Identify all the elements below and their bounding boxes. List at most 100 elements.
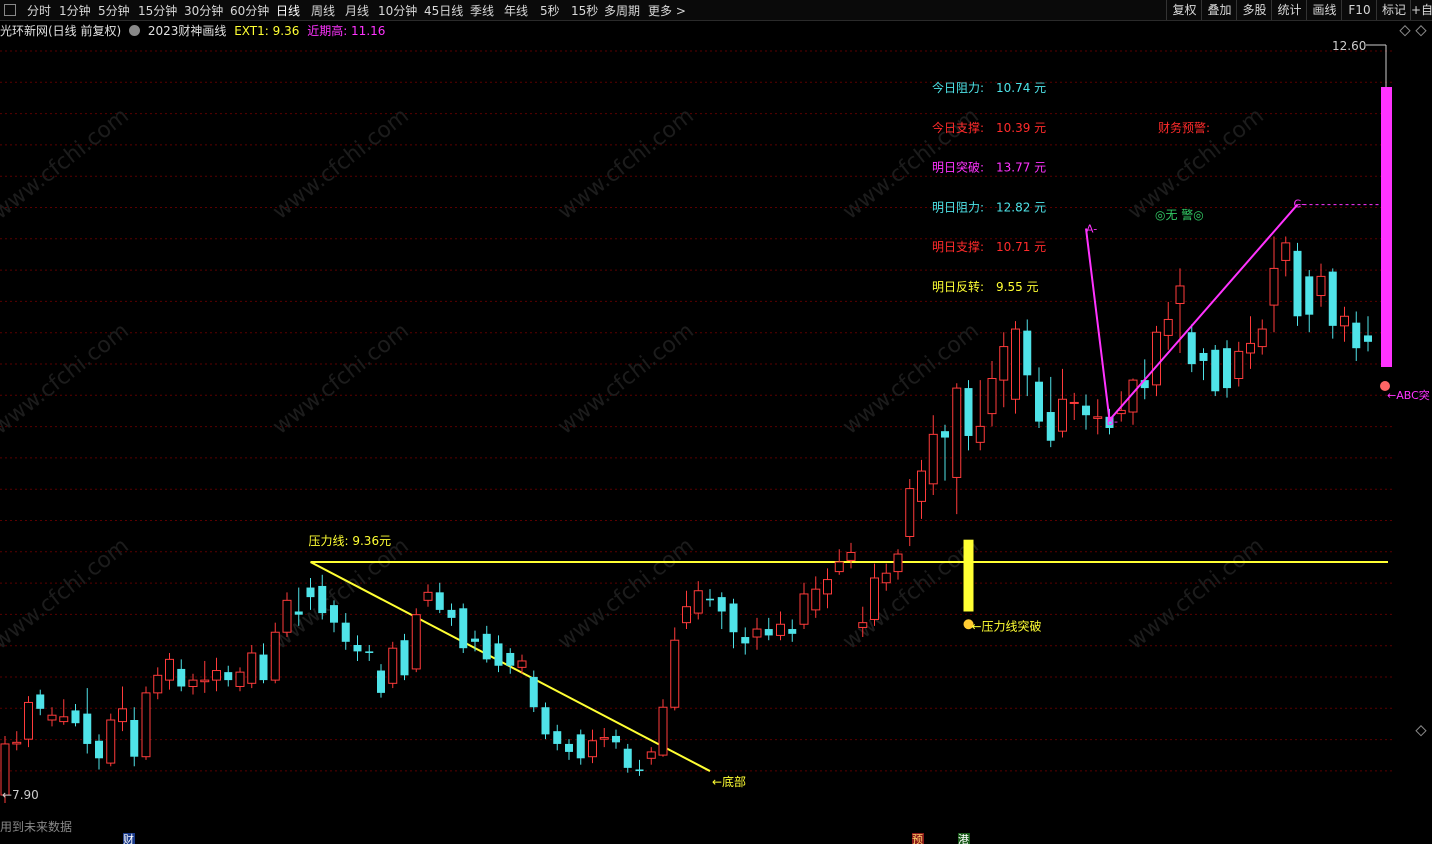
candle-body [494, 643, 503, 666]
candle-body [987, 378, 997, 415]
info-value-4: 10.71 元 [996, 240, 1046, 254]
candle-body [1352, 322, 1361, 349]
candle-body [459, 608, 468, 649]
candle-body [1011, 328, 1020, 400]
point-c-label: C- [1294, 198, 1306, 211]
candle-body [858, 622, 868, 628]
candle-body [1328, 271, 1337, 326]
watermark: www.cfchi.com [553, 318, 698, 439]
candle-body [999, 346, 1009, 381]
candle-body [905, 488, 915, 537]
candle-body [506, 652, 515, 666]
candle-body [1046, 412, 1055, 441]
candle-body [975, 425, 985, 443]
candle-body [553, 731, 562, 744]
candle-body [612, 735, 620, 743]
diamond-icon[interactable] [1415, 725, 1427, 737]
candle-body [1023, 330, 1032, 376]
candle-body [964, 388, 973, 436]
candle-body [517, 660, 527, 668]
candle-body [1199, 352, 1208, 361]
candle-body [682, 606, 691, 624]
candle-body [1269, 267, 1279, 306]
candle-body [729, 603, 738, 633]
mark-cai: 财 [123, 832, 134, 844]
candle-body [282, 599, 292, 633]
candle-body [471, 638, 479, 642]
price-chart[interactable]: www.cfchi.com www.cfchi.com www.cfchi.com w… [0, 0, 1432, 844]
candle-body [764, 629, 773, 636]
candle-body [423, 591, 433, 601]
candle-body [36, 694, 45, 709]
candle-body [71, 710, 80, 724]
candle-body [247, 652, 257, 684]
candle-body [188, 679, 198, 687]
candle-body [893, 553, 903, 573]
candle-body [177, 668, 186, 687]
candle-body [318, 585, 327, 614]
watermark: www.cfchi.com [838, 318, 983, 439]
diamond-icon[interactable] [1399, 25, 1411, 37]
point-b-label: B- [1107, 415, 1119, 428]
candle-body [165, 658, 174, 681]
candle-body [141, 692, 151, 758]
candle-body [294, 611, 303, 615]
info-label-2: 明日突破: [932, 160, 984, 175]
candle-body [270, 631, 280, 681]
candle-body [47, 714, 57, 721]
candle-body [259, 654, 268, 681]
candle-body [482, 633, 491, 660]
candle-body [799, 593, 809, 625]
candle-body [776, 623, 785, 636]
info-value-5: 9.55 元 [996, 280, 1039, 294]
diamond-icon[interactable] [1415, 25, 1427, 37]
candle-body [635, 769, 644, 772]
candle-body [646, 751, 656, 759]
candle-body [941, 431, 949, 438]
info-label-3: 明日阻力: [932, 200, 984, 214]
candle-body [576, 734, 585, 759]
candle-body [717, 597, 726, 612]
info-value-1: 10.39 元 [996, 121, 1046, 135]
info-value-3: 12.82 元 [996, 200, 1046, 214]
candle-body [353, 645, 362, 652]
candle-body [83, 713, 92, 744]
candle-body [541, 707, 550, 735]
candle-body [1069, 401, 1079, 404]
candle-body [400, 640, 409, 676]
candle-body [59, 716, 69, 723]
future-data-note: 用到未来数据 [0, 819, 72, 834]
breakout-bar [1381, 87, 1392, 367]
candle-body [1093, 416, 1103, 419]
candle-body [1234, 350, 1244, 380]
candle-body [846, 551, 856, 561]
candle-body [12, 741, 22, 745]
info-label-4: 明日支撑: [932, 239, 984, 254]
candle-body [1257, 328, 1267, 348]
candle-body [788, 629, 797, 634]
candle-body [881, 572, 891, 584]
bottom-label: ←底部 [712, 774, 746, 789]
candle-body [200, 679, 210, 683]
candle-body [1316, 275, 1326, 297]
candle-body [1305, 276, 1314, 315]
candle-body [235, 671, 245, 687]
candle-body [1340, 315, 1349, 327]
candle-body [1281, 242, 1291, 261]
candle-body [1175, 285, 1185, 305]
candle-body [224, 672, 233, 681]
candle-body [118, 708, 127, 723]
candle-body [435, 592, 444, 610]
info-value-0: 10.74 元 [996, 81, 1046, 95]
point-a-label: A- [1086, 223, 1097, 236]
candle-body [741, 637, 750, 644]
candle-body [95, 740, 103, 759]
mark-gang: 港 [958, 833, 969, 844]
candle-body [1035, 381, 1043, 422]
abc-label: ←ABC突 [1387, 388, 1430, 402]
min-price-label: ←7.90 [2, 788, 39, 802]
candle-body [870, 577, 879, 620]
info-value-2: 13.77 元 [996, 161, 1046, 175]
candle-body [693, 590, 703, 614]
candle-body [341, 622, 350, 642]
